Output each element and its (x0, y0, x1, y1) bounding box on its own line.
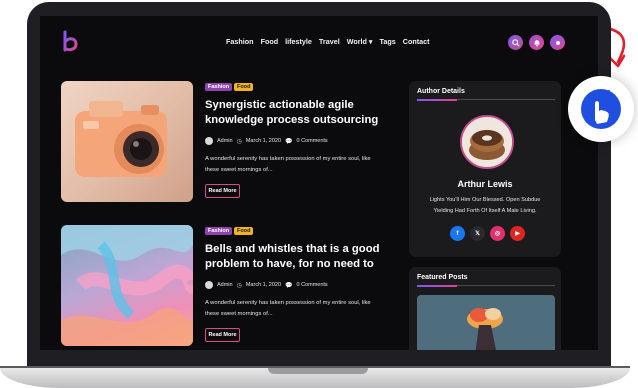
youtube-icon[interactable]: ▶ (510, 226, 525, 241)
post-title[interactable]: Synergistic actionable agile knowledge p… (205, 98, 385, 128)
x-icon[interactable]: 𝕏 (470, 226, 485, 241)
post-meta: Admin ◷ March 1, 2020 💬 0 Comments (205, 281, 328, 289)
post-excerpt: A wonderful serenity has taken possessio… (205, 156, 371, 173)
theme-toggle-button[interactable] (550, 35, 565, 50)
author-avatar-small (205, 281, 213, 289)
theme-toggle-icon (555, 40, 560, 45)
post-meta: Admin ◷ March 1, 2020 💬 0 Comments (205, 137, 328, 145)
author-details-card: Author Details Arthur Lewis Lights You'l… (409, 81, 561, 257)
donut-image (462, 117, 512, 167)
card-title: Author Details (417, 88, 465, 95)
nav-item-food[interactable]: Food (261, 37, 279, 46)
facebook-icon[interactable]: f (450, 226, 465, 241)
post-date: March 1, 2020 (245, 282, 282, 288)
tag-food[interactable]: Food (234, 227, 254, 235)
site-logo[interactable] (60, 30, 82, 54)
nav-item-lifestyle[interactable]: lifestyle (285, 37, 312, 46)
post-date: March 1, 2020 (245, 138, 282, 144)
card-divider (417, 284, 555, 287)
post-author[interactable]: Admin (217, 138, 233, 144)
nav-item-tags[interactable]: Tags (380, 37, 396, 46)
author-name[interactable]: Arthur Lewis (409, 179, 561, 189)
main-nav: Fashion Food lifestyle Travel World ▾ Ta… (226, 37, 430, 46)
camera-illustration (75, 101, 167, 177)
tag-fashion[interactable]: Fashion (205, 227, 233, 235)
customize-fab[interactable] (568, 76, 634, 142)
post-title[interactable]: Bells and whistles that is a good proble… (205, 242, 385, 272)
nav-item-travel[interactable]: Travel (319, 37, 340, 46)
tag-food[interactable]: Food (234, 83, 254, 91)
bell-icon (534, 39, 539, 46)
author-avatar[interactable] (460, 115, 514, 169)
nav-item-world[interactable]: World ▾ (347, 37, 373, 46)
read-more-button[interactable]: Read More (205, 328, 240, 342)
search-button[interactable] (508, 35, 523, 50)
comments-icon: 💬 (285, 282, 293, 289)
smoke-illustration (61, 225, 193, 346)
post-author[interactable]: Admin (217, 282, 233, 288)
clock-icon: ◷ (236, 282, 242, 289)
post-thumbnail-smoke[interactable] (61, 225, 193, 346)
comments-icon: 💬 (285, 138, 293, 145)
read-more-button[interactable]: Read More (205, 184, 240, 198)
website-screen: Fashion Food lifestyle Travel World ▾ Ta… (40, 16, 598, 350)
author-socials: f 𝕏 ◎ ▶ (450, 226, 525, 241)
instagram-icon[interactable]: ◎ (490, 226, 505, 241)
hand-pointer-icon (581, 89, 621, 129)
post-comments[interactable]: 0 Comments (297, 282, 328, 288)
clock-icon: ◷ (236, 138, 242, 145)
post-comments[interactable]: 0 Comments (297, 138, 328, 144)
nav-item-contact[interactable]: Contact (403, 37, 430, 46)
laptop-base (0, 366, 630, 388)
post-thumbnail-camera[interactable] (61, 81, 193, 202)
card-divider (417, 98, 555, 101)
card-title: Featured Posts (417, 274, 468, 281)
notification-button[interactable] (529, 35, 544, 50)
nav-item-fashion[interactable]: Fashion (226, 37, 254, 46)
header-actions (508, 35, 565, 50)
tag-fashion[interactable]: Fashion (205, 83, 233, 91)
featured-post-thumbnail[interactable] (417, 295, 555, 350)
featured-posts-card: Featured Posts (409, 267, 561, 350)
post-excerpt: A wonderful serenity has taken possessio… (205, 300, 371, 317)
search-icon (511, 38, 520, 47)
author-avatar-small (205, 137, 213, 145)
featured-illustration (467, 308, 503, 350)
author-bio: Lights You'll Him Our Blessed. Open Subd… (429, 197, 541, 214)
